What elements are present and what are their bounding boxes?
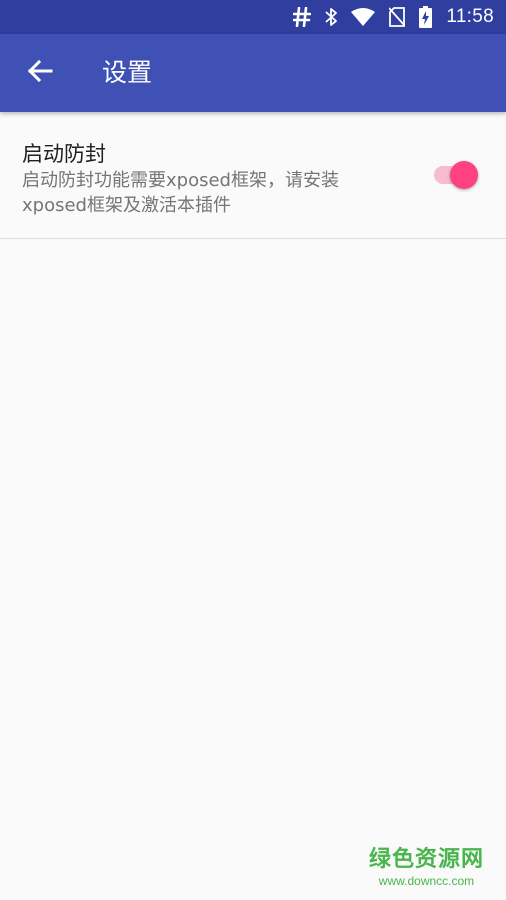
divider: [0, 238, 506, 239]
battery-charging-icon: [419, 6, 433, 28]
preference-summary: 启动防封功能需要xposed框架，请安装xposed框架及激活本插件: [22, 170, 339, 216]
switch-thumb: [450, 161, 478, 189]
anti-ban-switch[interactable]: [434, 160, 480, 190]
watermark-url: www.downcc.com: [378, 874, 475, 888]
wifi-icon: [351, 8, 376, 26]
app-bar: 设置: [0, 34, 506, 112]
no-sim-icon: [389, 7, 406, 27]
watermark-logo-text: 绿色资源网: [368, 847, 484, 872]
status-time: 11:58: [446, 6, 494, 27]
preference-item-anti-ban[interactable]: 启动防封 启动防封功能需要xposed框架，请安装xposed框架及激活本插件: [0, 112, 506, 238]
status-icons: 11:58: [293, 0, 494, 34]
hash-icon: [293, 7, 312, 27]
back-button[interactable]: [16, 49, 64, 97]
preference-title: 启动防封: [22, 142, 106, 166]
page-title: 设置: [102, 58, 153, 87]
status-bar: 11:58: [0, 0, 506, 34]
bluetooth-icon: [325, 7, 338, 27]
arrow-back-icon: [27, 58, 53, 88]
watermark: 绿色资源网 www.downcc.com: [369, 846, 484, 888]
